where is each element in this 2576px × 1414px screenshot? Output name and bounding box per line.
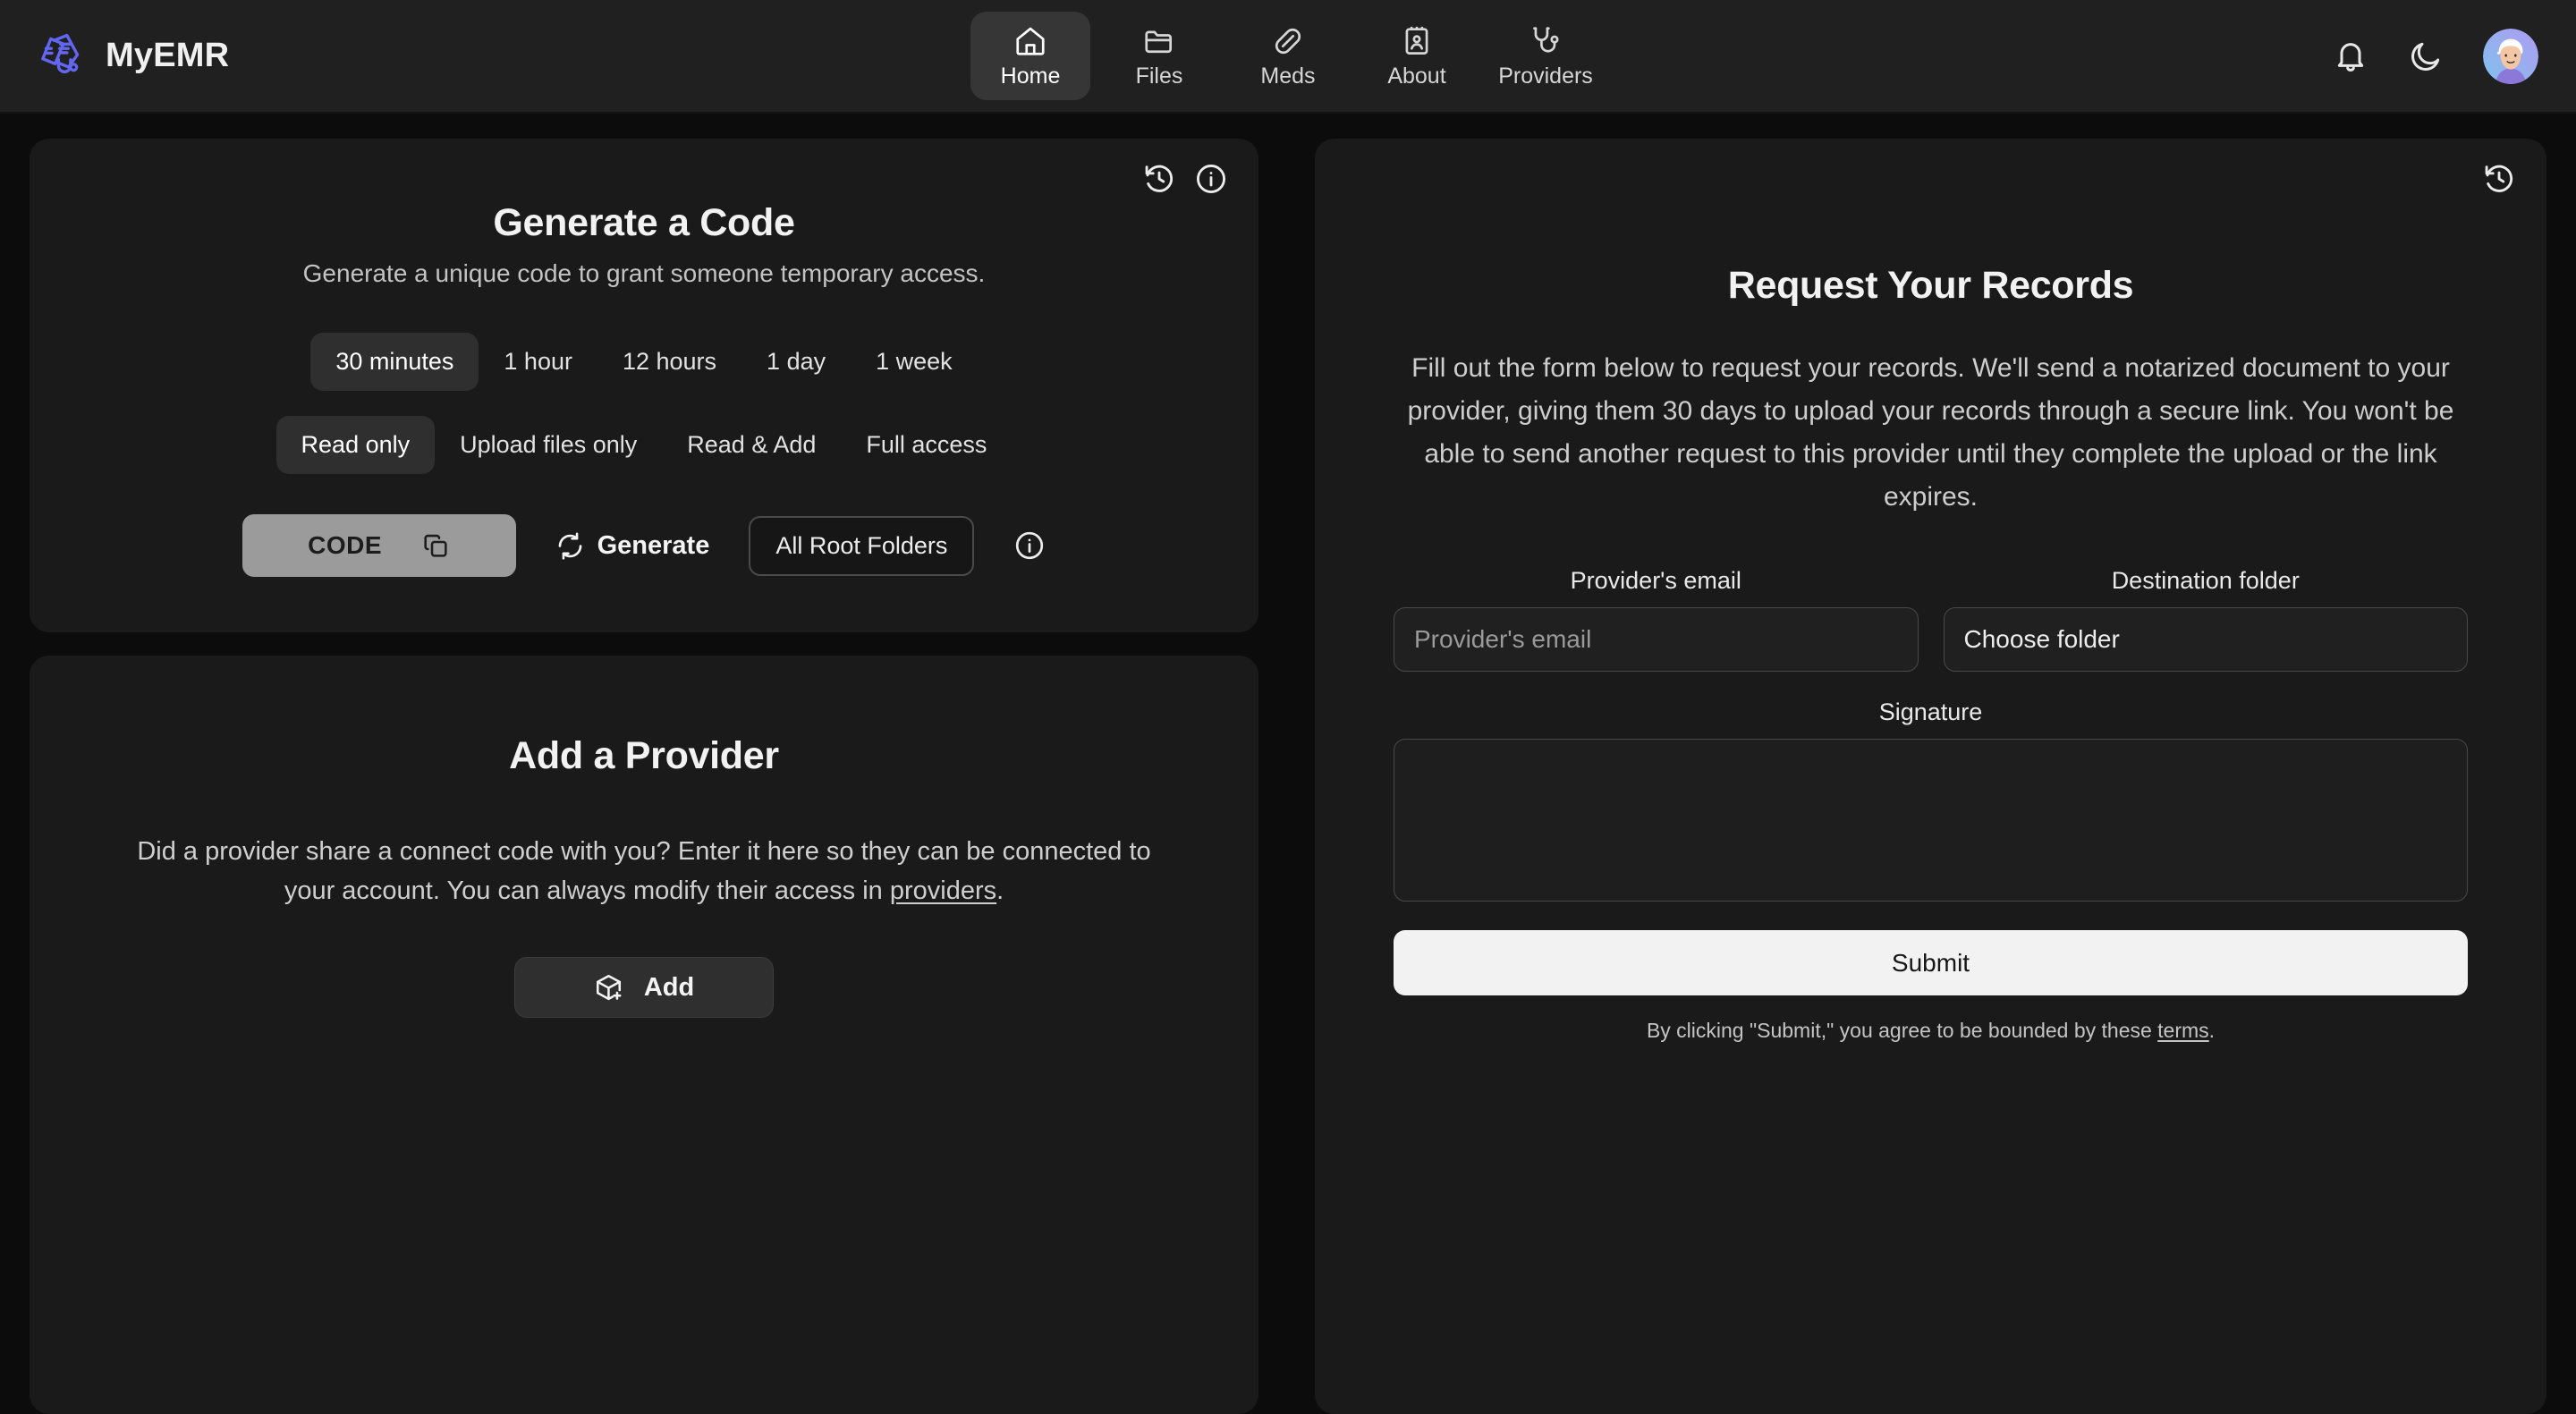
permission-tab-read-and-add[interactable]: Read & Add — [662, 416, 841, 474]
terms-notice: By clicking "Submit," you agree to be bo… — [1394, 1019, 2468, 1043]
bell-icon[interactable] — [2333, 38, 2368, 74]
request-records-card-tools — [2482, 162, 2516, 196]
brand[interactable]: MyEMR — [38, 32, 229, 80]
generate-button[interactable]: Generate — [555, 530, 710, 561]
generate-code-card-tools — [1142, 162, 1228, 196]
page-title: Generate a Code — [493, 201, 795, 244]
generate-code-subtitle: Generate a unique code to grant someone … — [302, 259, 986, 287]
info-circle-icon[interactable] — [1194, 162, 1228, 196]
medical-records-stethoscope-icon — [38, 32, 86, 80]
terms-text-before: By clicking "Submit," you agree to be bo… — [1646, 1019, 2158, 1042]
destination-folder-select[interactable]: Choose folder — [1943, 607, 2468, 672]
duration-tabs: 30 minutes 1 hour 12 hours 1 day 1 week — [65, 333, 1223, 391]
duration-tab-1-hour[interactable]: 1 hour — [479, 333, 597, 391]
signature-label: Signature — [1878, 699, 1983, 725]
add-provider-text-after: . — [996, 876, 1004, 906]
page-content: Generate a Code Generate a unique code t… — [0, 114, 2576, 1414]
request-records-description: Fill out the form below to request your … — [1407, 353, 2454, 512]
permission-tab-upload-files-only[interactable]: Upload files only — [435, 416, 662, 474]
refresh-icon — [555, 531, 585, 561]
left-column: Generate a Code Generate a unique code t… — [30, 139, 1258, 1414]
moon-icon[interactable] — [2408, 38, 2444, 74]
terms-text-after: . — [2208, 1019, 2216, 1042]
generate-button-label: Generate — [597, 530, 710, 560]
folder-scope-button[interactable]: All Root Folders — [749, 515, 975, 576]
destination-folder-label: Destination folder — [2111, 567, 2300, 594]
avatar[interactable] — [2483, 28, 2538, 84]
pill-icon — [1271, 24, 1305, 58]
folder-info-icon[interactable] — [1013, 529, 1046, 562]
duration-tab-30-minutes[interactable]: 30 minutes — [310, 333, 479, 391]
home-icon — [1013, 24, 1047, 58]
nav-item-meds[interactable]: Meds — [1228, 12, 1348, 100]
nav-label-home: Home — [1000, 64, 1061, 89]
main-navigation: Home Files Meds About Providers — [970, 12, 1606, 100]
stethoscope-icon — [1529, 24, 1563, 58]
duration-tab-12-hours[interactable]: 12 hours — [597, 333, 741, 391]
app-header: MyEMR Home Files Meds About Providers — [0, 0, 2576, 114]
nav-item-providers[interactable]: Providers — [1486, 12, 1606, 100]
add-provider-description: Did a provider share a connect code with… — [116, 832, 1172, 910]
add-provider-title: Add a Provider — [509, 734, 779, 777]
add-provider-button[interactable]: Add — [514, 957, 774, 1019]
folder-icon — [1142, 24, 1176, 58]
nav-label-files: Files — [1135, 64, 1183, 89]
copy-icon — [421, 531, 450, 560]
submit-button[interactable]: Submit — [1394, 930, 2468, 995]
provider-email-input[interactable]: Provider's email — [1394, 607, 1919, 672]
code-value: CODE — [308, 531, 383, 559]
nav-label-meds: Meds — [1260, 64, 1316, 89]
generate-code-card: Generate a Code Generate a unique code t… — [30, 139, 1258, 632]
brand-name: MyEMR — [106, 37, 230, 74]
request-records-card: Request Your Records Fill out the form b… — [1315, 139, 2546, 1414]
add-provider-button-label: Add — [643, 972, 695, 1002]
duration-tab-1-week[interactable]: 1 week — [851, 333, 978, 391]
permission-tab-full-access[interactable]: Full access — [841, 416, 1012, 474]
duration-tab-1-day[interactable]: 1 day — [741, 333, 851, 391]
signature-pad[interactable] — [1394, 739, 2468, 902]
providers-link[interactable]: providers — [890, 876, 996, 905]
destination-folder-field-group: Destination folder Choose folder — [1943, 567, 2468, 672]
request-records-title: Request Your Records — [1727, 264, 2134, 307]
provider-email-field-group: Provider's email Provider's email — [1394, 567, 1919, 672]
permission-tab-read-only[interactable]: Read only — [275, 416, 436, 474]
package-plus-icon — [594, 972, 624, 1003]
nav-label-providers: Providers — [1498, 64, 1593, 89]
id-card-icon — [1400, 24, 1434, 58]
provider-email-label: Provider's email — [1570, 567, 1741, 594]
permission-tabs: Read only Upload files only Read & Add F… — [65, 416, 1223, 474]
nav-item-home[interactable]: Home — [970, 12, 1090, 100]
request-records-fields: Provider's email Provider's email Destin… — [1394, 567, 2468, 672]
right-column: Request Your Records Fill out the form b… — [1315, 139, 2546, 1414]
code-action-row: CODE Generate All Root Folders — [65, 514, 1223, 577]
history-icon[interactable] — [2482, 162, 2516, 196]
nav-item-files[interactable]: Files — [1099, 12, 1219, 100]
history-icon[interactable] — [1142, 162, 1176, 196]
add-provider-card: Add a Provider Did a provider share a co… — [30, 656, 1258, 1414]
code-copy-button[interactable]: CODE — [242, 514, 516, 577]
terms-link[interactable]: terms — [2157, 1019, 2209, 1042]
nav-item-about[interactable]: About — [1357, 12, 1477, 100]
nav-label-about: About — [1387, 64, 1446, 89]
header-actions — [2333, 28, 2538, 84]
